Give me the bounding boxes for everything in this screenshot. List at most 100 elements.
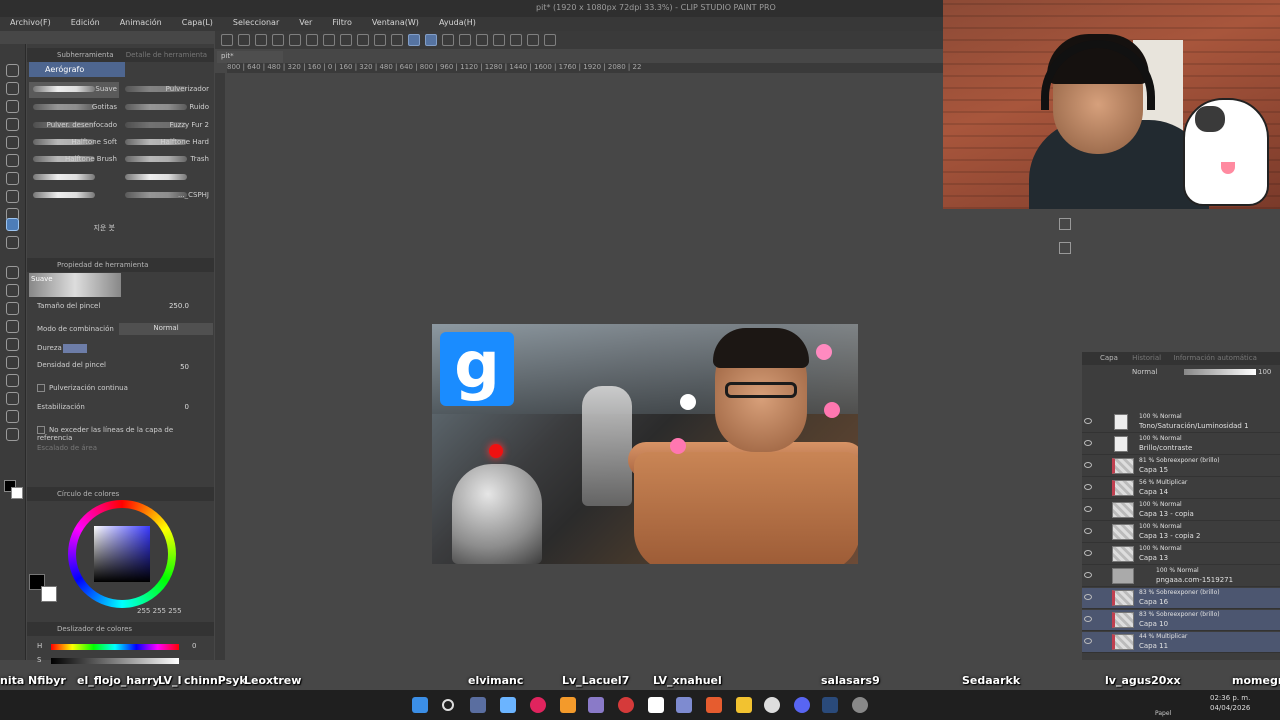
- continuous-spray-row[interactable]: Pulverización continua: [37, 384, 207, 400]
- open-icon[interactable]: [255, 34, 267, 46]
- flip-icon[interactable]: [510, 34, 522, 46]
- layer-blend-mode[interactable]: Normal: [1132, 368, 1157, 376]
- save-icon[interactable]: [272, 34, 284, 46]
- material-icon[interactable]: [1059, 242, 1071, 254]
- figure-tool-icon[interactable]: [6, 338, 19, 351]
- search-tool-icon[interactable]: [6, 100, 19, 113]
- eye-icon[interactable]: [1084, 594, 1092, 600]
- brush-tool-icon[interactable]: [6, 236, 19, 249]
- undo-icon[interactable]: [289, 34, 301, 46]
- layer-row-selected[interactable]: 83 % Sobreexponer (brillo) Capa 16: [1082, 588, 1280, 609]
- saturation-slider[interactable]: [51, 658, 179, 664]
- continuous-spray-checkbox[interactable]: [37, 384, 45, 392]
- app-icon[interactable]: [500, 697, 516, 713]
- opera-icon[interactable]: [618, 697, 634, 713]
- ruler-tool-icon[interactable]: [6, 374, 19, 387]
- media-player-icon[interactable]: [530, 697, 546, 713]
- menu-edit[interactable]: Edición: [61, 17, 110, 31]
- crop-icon[interactable]: [391, 34, 403, 46]
- color-square[interactable]: [94, 526, 150, 582]
- brush-custom-3[interactable]: [29, 188, 119, 204]
- layer-opacity-value[interactable]: 100: [1258, 368, 1271, 376]
- layer-tab[interactable]: Capa: [1100, 354, 1118, 362]
- brush-csphj[interactable]: ..._CSPHJ: [121, 188, 211, 204]
- frame-tool-icon[interactable]: [6, 356, 19, 369]
- fill-tool-icon[interactable]: [6, 302, 19, 315]
- eye-icon[interactable]: [1084, 418, 1092, 424]
- layer-row-selected[interactable]: 83 % Sobreexponer (brillo) Capa 10: [1082, 610, 1280, 631]
- subtool-group-airbrush[interactable]: Aerógrafo: [29, 62, 125, 77]
- eye-icon[interactable]: [1084, 550, 1092, 556]
- search-icon[interactable]: [442, 699, 454, 711]
- subtool-tab[interactable]: Subherramienta: [57, 51, 114, 59]
- sub-color-chip[interactable]: [41, 586, 57, 602]
- new-file-icon[interactable]: [238, 34, 250, 46]
- canvas-artwork[interactable]: g: [432, 324, 858, 564]
- app-icon[interactable]: [676, 697, 692, 713]
- brush-halftone-soft[interactable]: Halftone Soft: [29, 135, 119, 151]
- line-correct-tool-icon[interactable]: [6, 428, 19, 441]
- eye-icon[interactable]: [1084, 638, 1092, 644]
- layer-icon[interactable]: [544, 34, 556, 46]
- home-icon[interactable]: [221, 34, 233, 46]
- brush-ruido[interactable]: Ruido: [121, 100, 211, 116]
- eye-icon[interactable]: [1084, 616, 1092, 622]
- folder-icon[interactable]: [736, 697, 752, 713]
- layer-row[interactable]: 56 % Multiplicar Capa 14: [1082, 478, 1280, 499]
- auto-info-tab[interactable]: Información automática: [1173, 354, 1257, 362]
- help-icon[interactable]: [459, 34, 471, 46]
- text-tool-icon[interactable]: [6, 392, 19, 405]
- snap-grid-icon[interactable]: [425, 34, 437, 46]
- color-wheel[interactable]: [68, 500, 176, 608]
- clear-icon[interactable]: [340, 34, 352, 46]
- menu-help[interactable]: Ayuda(H): [429, 17, 486, 31]
- brush-gotitas[interactable]: Gotitas: [29, 100, 119, 116]
- eye-icon[interactable]: [1084, 462, 1092, 468]
- background-color-swatch[interactable]: [11, 487, 23, 499]
- eraser-tool-icon[interactable]: [6, 266, 19, 279]
- wand-tool-icon[interactable]: [6, 154, 19, 167]
- brush-pulver-desenfocado[interactable]: Pulver. desenfocado: [29, 118, 119, 134]
- browser-icon[interactable]: [706, 697, 722, 713]
- menu-file[interactable]: Archivo(F): [0, 17, 61, 31]
- brush-custom-2[interactable]: [121, 170, 211, 186]
- app-icon[interactable]: [588, 697, 604, 713]
- eye-icon[interactable]: [1084, 506, 1092, 512]
- menu-select[interactable]: Seleccionar: [223, 17, 289, 31]
- brush-custom-1[interactable]: [29, 170, 119, 186]
- menu-animation[interactable]: Animación: [110, 17, 172, 31]
- layer-row[interactable]: 100 % Normal pngaaa.com-1519271: [1082, 566, 1280, 587]
- eye-icon[interactable]: [1084, 440, 1092, 446]
- app-icon[interactable]: [852, 697, 868, 713]
- menu-layer[interactable]: Capa(L): [172, 17, 223, 31]
- zoom-fit-icon[interactable]: [476, 34, 488, 46]
- taskbar-clock[interactable]: 02:36 p. m. 04/04/2026: [1210, 693, 1250, 713]
- selection-tool-icon[interactable]: [6, 136, 19, 149]
- airbrush-tool-icon[interactable]: [6, 218, 19, 231]
- eye-icon[interactable]: [1084, 484, 1092, 490]
- brush-trash[interactable]: Trash: [121, 152, 211, 168]
- ref-layer-row[interactable]: No exceder las líneas de la capa de refe…: [37, 426, 207, 442]
- discord-icon[interactable]: [794, 697, 810, 713]
- search-app-icon[interactable]: [560, 697, 576, 713]
- brush-fuzzy-fur[interactable]: Fuzzy Fur 2: [121, 118, 211, 134]
- menu-window[interactable]: Ventana(W): [362, 17, 429, 31]
- ref-layer-checkbox[interactable]: [37, 426, 45, 434]
- layer-row[interactable]: 100 % Normal Capa 13 - copia: [1082, 500, 1280, 521]
- brush-suave[interactable]: Suave: [29, 82, 119, 98]
- brush-pulverizador[interactable]: Pulverizador: [121, 82, 211, 98]
- move-tool-icon[interactable]: [6, 118, 19, 131]
- menu-filter[interactable]: Filtro: [322, 17, 362, 31]
- hardness-row[interactable]: Dureza: [37, 344, 207, 360]
- hardness-slider[interactable]: [63, 344, 87, 353]
- stabilization-value[interactable]: 0: [185, 403, 189, 411]
- layer-opacity-slider[interactable]: [1184, 369, 1256, 375]
- density-row[interactable]: Densidad del pincel 50: [37, 361, 207, 377]
- layer-row[interactable]: 81 % Sobreexponer (brillo) Capa 15: [1082, 456, 1280, 477]
- gradient-tool-icon[interactable]: [6, 320, 19, 333]
- brush-size-row[interactable]: Tamaño del pincel 250.0: [37, 302, 207, 318]
- transform-icon[interactable]: [357, 34, 369, 46]
- blend-mode-select[interactable]: Normal: [119, 323, 213, 335]
- menu-view[interactable]: Ver: [289, 17, 322, 31]
- eye-icon[interactable]: [1084, 528, 1092, 534]
